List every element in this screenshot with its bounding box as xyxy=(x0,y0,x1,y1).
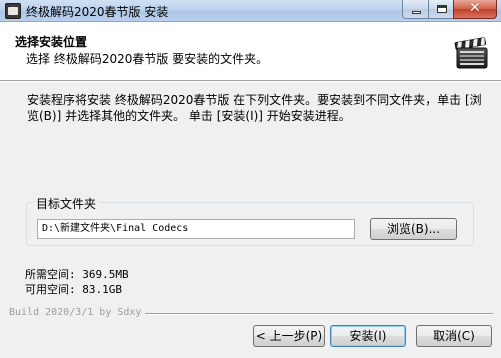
maximize-icon xyxy=(437,5,447,13)
minimize-button[interactable] xyxy=(402,0,429,19)
install-button[interactable]: 安装(I) xyxy=(330,325,406,347)
app-icon xyxy=(5,3,21,19)
build-info: Build 2020/3/1 by Sdxy xyxy=(9,307,146,318)
install-description: 安装程序将安装 终极解码2020春节版 在下列文件夹。要安装到不同文件夹，单击 … xyxy=(27,93,482,123)
back-button[interactable]: < 上一步(P) xyxy=(253,325,325,347)
title-bar[interactable]: 终极解码2020春节版 安装 ✕ xyxy=(0,0,501,22)
page-subtitle: 选择 终极解码2020春节版 要安装的文件夹。 xyxy=(26,52,269,66)
minimize-icon xyxy=(412,11,421,14)
space-required-text: 所需空间: 369.5MB xyxy=(25,268,129,281)
target-folder-label: 目标文件夹 xyxy=(33,195,100,212)
close-icon: ✕ xyxy=(469,0,481,16)
install-path-input[interactable]: D:\新建文件夹\Final Codecs xyxy=(37,219,355,239)
close-button[interactable]: ✕ xyxy=(453,0,497,19)
page-title: 选择安装位置 xyxy=(15,35,88,49)
browse-button[interactable]: 浏览(B)... xyxy=(370,218,457,240)
film-clapperboard-icon xyxy=(454,37,488,69)
window-title: 终极解码2020春节版 安装 xyxy=(26,5,169,19)
cancel-button[interactable]: 取消(C) xyxy=(416,325,492,347)
space-available-text: 可用空间: 83.1GB xyxy=(25,283,122,296)
page-header: 选择安装位置 选择 终极解码2020春节版 要安装的文件夹。 xyxy=(0,22,501,82)
maximize-button[interactable] xyxy=(428,0,454,19)
